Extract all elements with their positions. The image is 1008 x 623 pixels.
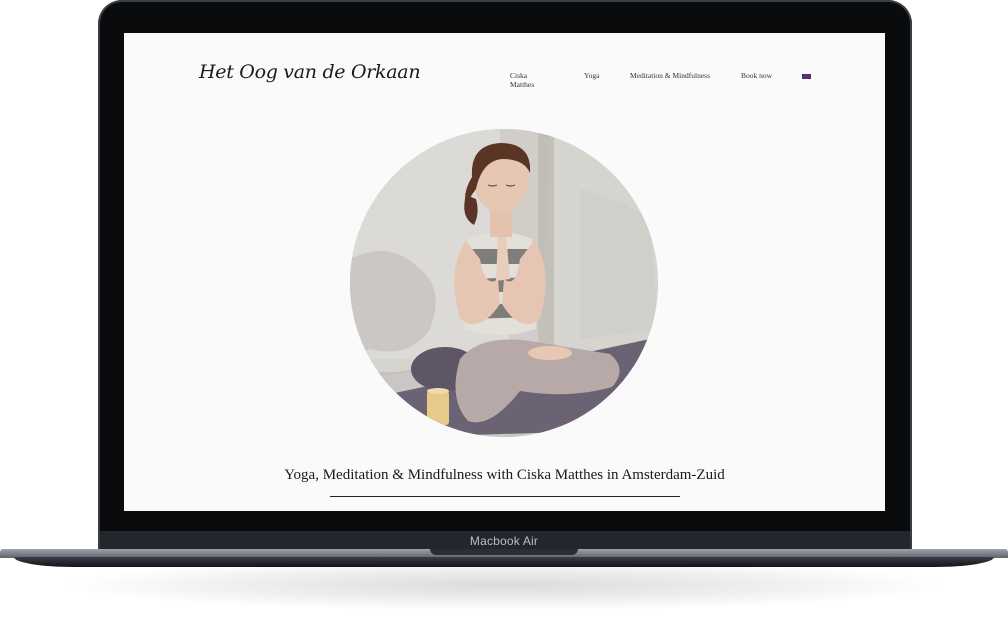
laptop-base xyxy=(0,549,1008,567)
device-label: Macbook Air xyxy=(469,534,539,548)
hero-photo xyxy=(350,129,658,437)
site-logo[interactable]: Het Oog van de Orkaan xyxy=(199,61,421,83)
laptop-screen: Het Oog van de Orkaan Ciska Matthes Yoga… xyxy=(124,33,885,511)
uk-flag-icon[interactable] xyxy=(802,74,811,79)
opening-notch xyxy=(430,549,578,555)
tagline-divider xyxy=(330,496,680,497)
laptop-shadow xyxy=(70,560,938,610)
nav-item-book-now[interactable]: Book now xyxy=(741,71,772,80)
nav-item-yoga[interactable]: Yoga xyxy=(584,71,600,80)
nav-item-meditation-mindfulness[interactable]: Meditation & Mindfulness xyxy=(630,71,710,80)
hero-tagline: Yoga, Meditation & Mindfulness with Cisk… xyxy=(284,467,725,483)
base-bottom xyxy=(14,557,994,567)
nav-item-ciska-matthes[interactable]: Ciska Matthes xyxy=(510,71,534,89)
